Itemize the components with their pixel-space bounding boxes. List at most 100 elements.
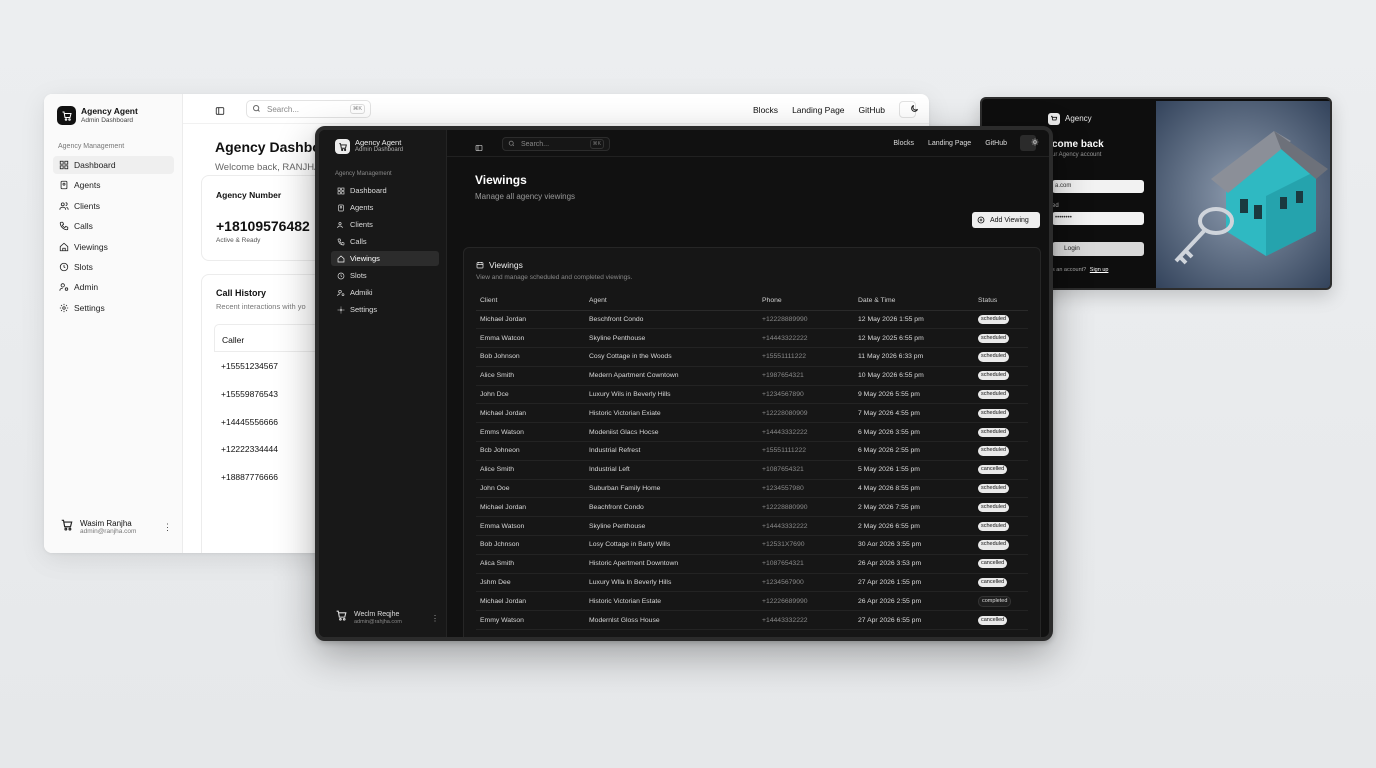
dark-topbar: Search... ⌘K Blocks Landing Page GitHub [447,130,1049,157]
table-row[interactable]: Emma Watcon Skyline Penthouse +14443322222… [476,328,1028,349]
table-row[interactable]: Michael Jordan Historic Victorian Exiate +… [476,403,1028,424]
search-input[interactable]: Search... ⌘K [502,137,610,151]
column-header-agent[interactable]: Agent [585,292,758,311]
column-header-date[interactable]: Date & Time [854,292,974,311]
caller-row[interactable]: +15559876543 [221,389,278,417]
table-row[interactable]: Michael Jordan Historic Victorian Estate +… [476,591,1028,612]
search-input[interactable]: Search... ⌘K [246,100,371,118]
sidebar-item-clients[interactable]: Clients [331,217,439,232]
password-field[interactable]: •••••••• [1052,212,1144,225]
client-cell: Bob Jchnson [476,535,585,555]
light-brand[interactable]: Agency Agent Admin Dashboard [57,106,138,125]
table-row[interactable]: Alice Smith Medern Apartment Cowntown +198… [476,366,1028,386]
sun-icon [1031,138,1039,148]
sidebar-item-admin[interactable]: Admin [53,278,174,296]
viewings-table-body: Michael Jordan Beschfront Condo +122288899… [476,310,1028,631]
github-link[interactable]: GitHub [859,105,885,115]
theme-toggle-button[interactable] [1020,135,1039,151]
table-row[interactable]: Emms Watson Modeniist Glacs Hocse +1444333… [476,422,1028,443]
table-row[interactable]: Bob Jchnson Losy Cottage in Barty Wills +1… [476,535,1028,555]
column-header-client[interactable]: Client [476,292,585,311]
table-row[interactable]: Michael Jordan Beschfront Condo +122288899… [476,310,1028,330]
table-row[interactable]: Emmy Watson Modernlst Gloss House +1444333… [476,610,1028,631]
user-name: Weclm Reqjhe [354,610,400,618]
sidebar-item-clients[interactable]: Clients [53,197,174,215]
sidebar-item-slots[interactable]: Slots [53,258,174,276]
phone-cell: +12228889990 [758,310,854,330]
phone-cell: +12531X7690 [758,535,854,555]
table-row[interactable]: Jshm Dee Luxury Wlla In Beverly Hills +123… [476,573,1028,593]
cart-avatar-icon [60,518,74,537]
sidebar-item-dashboard[interactable]: Dashboard [331,183,439,198]
table-row[interactable]: Bob Johnson Cosy Cottage in the Woods +155… [476,347,1028,367]
signup-link[interactable]: Sign up [1090,267,1109,273]
github-link[interactable]: GitHub [985,140,1007,147]
blocks-link[interactable]: Blocks [893,140,914,147]
caller-row[interactable]: +15551234567 [221,361,278,389]
landing-page-link[interactable]: Landing Page [928,140,971,147]
client-cell: Bob Johnson [476,347,585,367]
agent-cell: Losy Cottage in Barty Wills [585,535,758,555]
search-shortcut: ⌘K [589,139,604,149]
datetime-cell: 26 Apr 2026 2:55 pm [854,591,974,612]
landing-page-link[interactable]: Landing Page [792,105,844,115]
datetime-cell: 9 May 2026 5:55 pm [854,385,974,405]
user-profile[interactable]: Wasim Ranjha admin@ranjha.com ⋮ [60,518,172,537]
welcome-text: Welcome back, RANJHA [215,162,321,173]
sidebar-item-dashboard[interactable]: Dashboard [53,156,174,174]
table-row[interactable]: John Ooe Suburban Family Home +1234557980 4… [476,479,1028,499]
status-badge: cancelled [978,559,1008,569]
more-options-icon[interactable]: ⋮ [163,522,172,533]
phone-cell: +1087654321 [758,554,854,574]
status-badge: scheduled [978,371,1010,381]
nav-group-label: Agency Management [335,171,392,177]
login-button[interactable]: Login [1052,242,1144,256]
table-row[interactable]: Michael Jordan Beachfront Condo +122288809… [476,497,1028,518]
sidebar-item-viewings[interactable]: Viewings [331,251,439,266]
more-options-icon[interactable]: ⋮ [431,614,439,623]
email-field[interactable]: a.com [1052,180,1144,193]
datetime-cell: 27 Apr 2026 6:55 pm [854,610,974,631]
caller-row[interactable]: +14445556666 [221,417,278,445]
phone-cell: +14443322222 [758,328,854,349]
status-cell: cancelled [974,573,1028,593]
sidebar-item-calls[interactable]: Calls [331,234,439,249]
user-profile[interactable]: Weclm Reqjhe admin@rahjha.com ⋮ [335,609,439,627]
table-row[interactable]: Bcb Johneon Industrial Refrest +1555111122… [476,441,1028,461]
caller-row[interactable]: +18887776666 [221,472,278,500]
table-row[interactable]: Alica Smith Historic Apertment Downtown +1… [476,554,1028,574]
search-placeholder: Search... [267,104,300,114]
light-nav: Dashboard Agents Clients Calls Viewings … [53,156,174,319]
phone-cell: +1234557980 [758,479,854,499]
sidebar-item-settings[interactable]: Settings [331,302,439,317]
phone-cell: +15551111222 [758,347,854,367]
table-row[interactable]: Alice Smith Industrial Left +1087654321 5 M… [476,460,1028,480]
sidebar-item-slots[interactable]: Slots [331,268,439,283]
brand-subtitle: Admin Dashboard [355,147,404,154]
search-shortcut: ⌘K [349,104,365,114]
sidebar-toggle-icon[interactable] [475,139,483,157]
caller-row[interactable]: +12222334444 [221,444,278,472]
sidebar-toggle-icon[interactable] [215,103,225,121]
table-row[interactable]: Emma Watson Skyline Penthouse +14443332222… [476,516,1028,537]
theme-toggle-button[interactable] [899,101,918,118]
sidebar-item-agents[interactable]: Agents [331,200,439,215]
status-cell: scheduled [974,479,1028,499]
column-header-phone[interactable]: Phone [758,292,854,311]
blocks-link[interactable]: Blocks [753,105,778,115]
sidebar-item-agents[interactable]: Agents [53,176,174,194]
sidebar-item-label: Settings [350,305,378,314]
column-header-status[interactable]: Status [974,292,1028,311]
sidebar-item-calls[interactable]: Calls [53,217,174,235]
sidebar-item-admin[interactable]: Admiki [331,285,439,300]
sidebar-item-settings[interactable]: Settings [53,299,174,317]
phone-cell: +14443332222 [758,422,854,443]
client-cell: Alica Smith [476,554,585,574]
call-history-title: Call History [216,288,267,298]
phone-cell: +12228880990 [758,497,854,518]
dark-brand[interactable]: Agency Agent Admin Dashboard [335,138,404,154]
datetime-cell: 2 May 2026 7:55 pm [854,497,974,518]
add-viewing-button[interactable]: Add Viewing [972,212,1040,228]
sidebar-item-viewings[interactable]: Viewings [53,238,174,256]
table-row[interactable]: John Dce Luxury Wils in Beverly Hills +123… [476,385,1028,405]
